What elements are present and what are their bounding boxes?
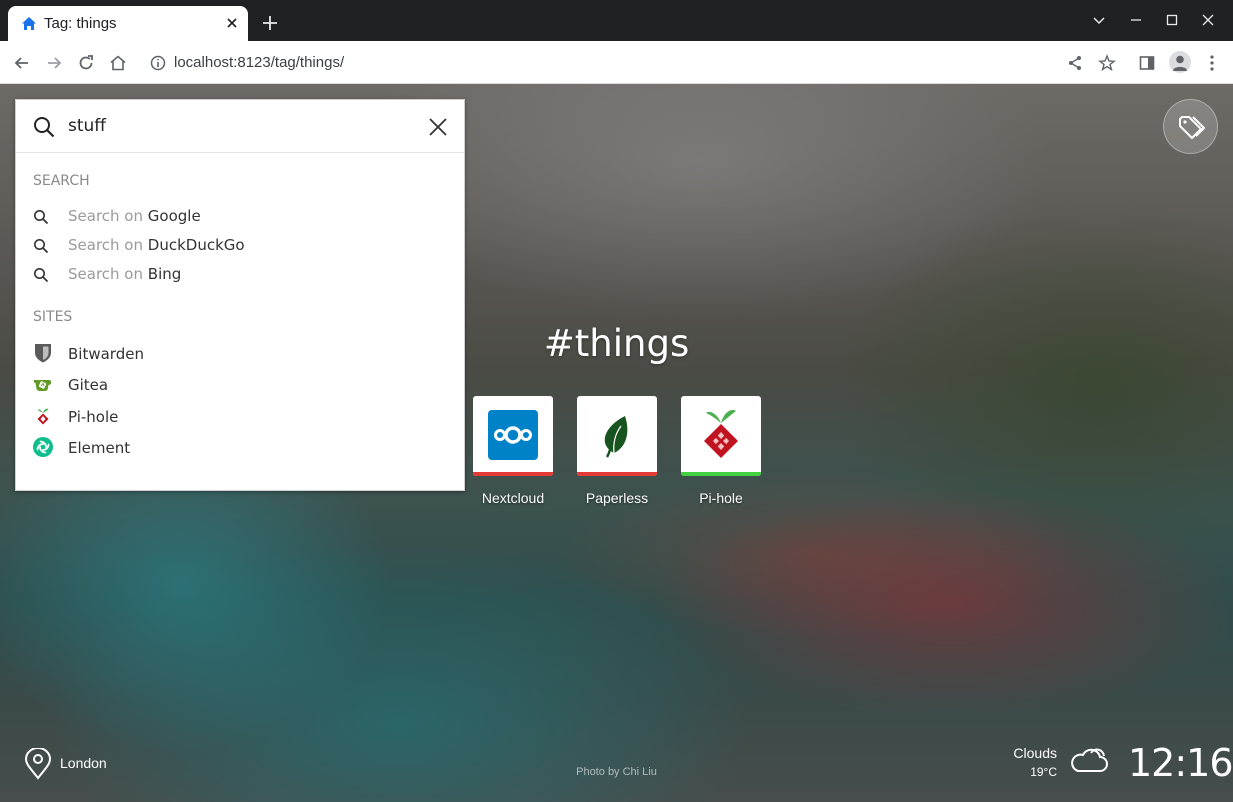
- weather-condition: Clouds: [1013, 745, 1057, 761]
- cloud-icon: [1071, 748, 1108, 772]
- tab-title: Tag: things: [44, 15, 117, 32]
- tags-button[interactable]: [1163, 99, 1218, 154]
- site-name: Element: [68, 439, 131, 457]
- element-icon: [33, 437, 53, 457]
- status-bar: [577, 472, 657, 476]
- search-input[interactable]: [68, 112, 408, 140]
- tile-pihole[interactable]: Pi-hole: [681, 396, 761, 506]
- search-section-title: SEARCH: [33, 173, 90, 189]
- tile-label: Nextcloud: [481, 490, 545, 506]
- tile-label: Pi-hole: [699, 490, 743, 506]
- share-icon[interactable]: [1065, 53, 1085, 73]
- browser-menu-icon[interactable]: [1202, 53, 1222, 73]
- profile-person-icon: [1172, 55, 1188, 71]
- weather-temperature: 19°C: [1030, 765, 1057, 779]
- tile-nextcloud[interactable]: Nextcloud: [473, 396, 553, 506]
- tab-search-chevron-icon[interactable]: [1091, 12, 1107, 28]
- maximize-icon[interactable]: [1164, 12, 1180, 28]
- reload-icon[interactable]: [76, 53, 96, 73]
- new-tab-icon[interactable]: [261, 14, 279, 32]
- search-duckduckgo-option[interactable]: Search on DuckDuckGo: [33, 235, 433, 257]
- minimize-icon[interactable]: [1128, 12, 1144, 28]
- site-info-icon[interactable]: [148, 53, 168, 73]
- pihole-icon: [37, 408, 49, 425]
- site-item-element[interactable]: Element: [33, 437, 433, 461]
- engine-name: Google: [147, 207, 201, 225]
- tags-icon: [1179, 116, 1205, 139]
- search-bing-option[interactable]: Search on Bing: [33, 264, 433, 286]
- tile-icon-box: [473, 396, 553, 476]
- close-window-icon[interactable]: [1200, 12, 1216, 28]
- search-icon: [34, 239, 49, 254]
- clear-search-icon[interactable]: [427, 116, 449, 138]
- tile-icon-box: [577, 396, 657, 476]
- tile-paperless[interactable]: Paperless: [577, 396, 657, 506]
- search-on-label: Search on: [68, 236, 143, 254]
- bookmark-star-icon[interactable]: [1097, 53, 1117, 73]
- home-favicon-icon: [22, 17, 36, 30]
- search-panel: SEARCH Search on Google Search on DuckDu…: [15, 99, 465, 491]
- status-bar: [473, 472, 553, 476]
- pihole-icon: [704, 410, 738, 458]
- search-bar: [16, 100, 464, 153]
- paperless-leaf-icon: [604, 416, 628, 458]
- engine-name: DuckDuckGo: [147, 236, 245, 254]
- home-icon[interactable]: [108, 53, 128, 73]
- tab-close-icon[interactable]: [224, 15, 240, 31]
- browser-tab[interactable]: Tag: things: [8, 6, 248, 41]
- profile-avatar[interactable]: [1169, 51, 1191, 73]
- search-google-option[interactable]: Search on Google: [33, 206, 433, 228]
- browser-toolbar: localhost:8123/tag/things/: [0, 41, 1233, 84]
- gitea-icon: [33, 380, 52, 391]
- site-item-pihole[interactable]: Pi-hole: [33, 406, 433, 430]
- search-on-label: Search on: [68, 265, 143, 283]
- engine-name: Bing: [147, 265, 182, 283]
- side-panel-icon[interactable]: [1137, 53, 1157, 73]
- clock-time: 12:16: [1128, 741, 1233, 785]
- back-icon[interactable]: [12, 53, 32, 73]
- search-on-label: Search on: [68, 207, 143, 225]
- tile-icon-box: [681, 396, 761, 476]
- site-name: Pi-hole: [68, 408, 119, 426]
- search-icon: [34, 268, 49, 283]
- nextcloud-icon: [488, 410, 538, 460]
- search-icon: [34, 210, 49, 225]
- address-bar-url[interactable]: localhost:8123/tag/things/: [174, 54, 344, 71]
- forward-icon[interactable]: [44, 53, 64, 73]
- page-title: #things: [543, 322, 690, 365]
- page-background: SEARCH Search on Google Search on DuckDu…: [0, 84, 1233, 802]
- site-item-gitea[interactable]: Gitea: [33, 374, 433, 398]
- search-icon: [34, 117, 55, 138]
- site-name: Gitea: [68, 376, 109, 394]
- status-bar: [681, 472, 761, 476]
- browser-titlebar: Tag: things: [0, 0, 1233, 41]
- tile-label: Paperless: [585, 490, 649, 506]
